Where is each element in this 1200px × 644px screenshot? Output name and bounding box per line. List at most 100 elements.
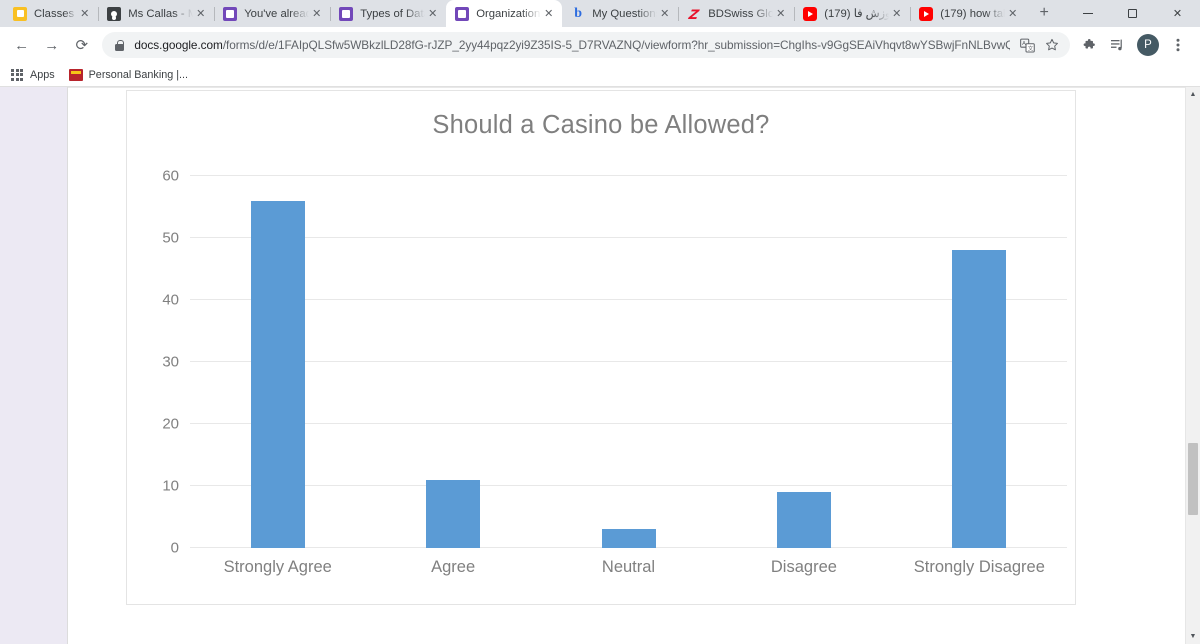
tab-close-icon[interactable]: ✕: [541, 6, 556, 21]
chart-x-tick-label: Strongly Agree: [223, 558, 332, 576]
scrollbar-up-arrow[interactable]: ▲: [1186, 87, 1200, 102]
profile-avatar[interactable]: P: [1136, 34, 1159, 56]
close-window-button[interactable]: ✕: [1155, 0, 1200, 27]
chart-y-tick-label: 40: [162, 291, 179, 309]
browser-tab-types-of-data[interactable]: Types of Data E ✕: [330, 0, 448, 27]
translate-icon[interactable]: A 文: [1016, 33, 1040, 57]
window-controls: ✕: [1065, 0, 1200, 27]
omnibox-actions: A 文: [1010, 33, 1064, 57]
chart-title: Should a Casino be Allowed?: [432, 111, 770, 139]
scrollbar-thumb[interactable]: [1188, 443, 1198, 515]
tab-title: You've already: [244, 7, 310, 20]
tab-close-icon[interactable]: ✕: [1005, 6, 1020, 21]
address-bar[interactable]: docs.google.com/forms/d/e/1FAIpQLSfw5WBk…: [102, 32, 1070, 58]
chart-x-tick-label: Agree: [431, 558, 476, 576]
browser-tab-youtube-amoozesh[interactable]: (179) آموزش فا ✕: [794, 0, 912, 27]
address-bar-url: docs.google.com/forms/d/e/1FAIpQLSfw5WBk…: [134, 38, 1010, 52]
reload-button[interactable]: ⟳: [68, 31, 95, 59]
svg-text:A: A: [1023, 41, 1027, 47]
bank-icon: [68, 68, 83, 82]
browser-window: Classes ✕ Ms Callas - MD ✕ You've alread…: [0, 0, 1200, 644]
bookmark-apps[interactable]: Apps: [10, 68, 55, 82]
browser-tab-youtube-how-take[interactable]: (179) how take ✕: [910, 0, 1026, 27]
contacts-icon: [107, 6, 122, 21]
chart-bar[interactable]: [426, 479, 481, 548]
chart-y-tick-label: 60: [162, 167, 179, 185]
forward-button[interactable]: →: [38, 31, 65, 59]
chart-bars: [190, 176, 1067, 548]
page-content: Should a Casino be Allowed? 60 50 40 30 20 10…: [68, 87, 1200, 644]
browser-tab-organization[interactable]: Organization o ✕: [446, 0, 563, 27]
star-icon[interactable]: [1040, 33, 1064, 57]
tab-close-icon[interactable]: ✕: [425, 6, 440, 21]
browser-tab-classes[interactable]: Classes ✕: [4, 0, 100, 27]
bookmarks-bar: Apps Personal Banking |...: [0, 63, 1200, 87]
classes-icon: [13, 6, 27, 21]
scrollbar-down-arrow[interactable]: ▼: [1186, 629, 1200, 644]
browser-toolbar-actions: P: [1076, 31, 1192, 59]
chart-y-tick-label: 10: [162, 477, 179, 495]
chart-y-tick-label: 20: [162, 415, 179, 433]
chart-y-tick-label: 0: [170, 539, 179, 557]
three-dot-menu-icon[interactable]: [1164, 31, 1192, 59]
page-scrollbar[interactable]: ▲ ▼: [1185, 87, 1200, 644]
reading-list-icon[interactable]: [1104, 31, 1132, 59]
back-button[interactable]: ←: [8, 31, 35, 59]
chart-bar-cell: [541, 176, 716, 548]
page-viewport: Should a Casino be Allowed? 60 50 40 30 20 10…: [0, 87, 1200, 644]
tab-close-icon[interactable]: ✕: [193, 6, 208, 21]
tab-title: (179) how take: [940, 7, 1005, 20]
url-path: /forms/d/e/1FAIpQLSfw5WBkzlLD28fG-rJZP_2…: [222, 38, 1010, 52]
browser-tab-bdswiss[interactable]: 𝙕 BDSwiss Global ✕: [678, 0, 796, 27]
chart-bar-cell: [365, 176, 540, 548]
tab-close-icon[interactable]: ✕: [889, 6, 904, 21]
navigation-toolbar: ← → ⟳ docs.google.com/forms/d/e/1FAIpQLS…: [0, 27, 1200, 63]
tab-close-icon[interactable]: ✕: [773, 6, 788, 21]
apps-grid-icon: [10, 68, 24, 82]
new-tab-button[interactable]: +: [1031, 0, 1057, 26]
browser-tab-my-questions[interactable]: b My Questions | ✕: [562, 0, 680, 27]
page-left-margin: [0, 87, 68, 644]
tab-title: Types of Data E: [360, 7, 425, 20]
tab-strip: Classes ✕ Ms Callas - MD ✕ You've alread…: [0, 0, 1200, 27]
chart-bar-cell: [190, 176, 365, 548]
lock-icon: [113, 39, 125, 51]
tab-title: Classes: [34, 7, 75, 20]
chart-y-tick-label: 30: [162, 353, 179, 371]
chart-container: Should a Casino be Allowed? 60 50 40 30 20 10…: [126, 90, 1076, 605]
brainly-icon: b: [574, 5, 583, 21]
tab-close-icon[interactable]: ✕: [77, 6, 92, 21]
chart-bar-cell: [716, 176, 891, 548]
chart-bar[interactable]: [250, 200, 305, 548]
chart-x-tick-label: Neutral: [601, 558, 656, 576]
chart-y-tick-label: 50: [162, 229, 179, 247]
chart-bar[interactable]: [776, 492, 831, 548]
chart-plot-area: 60 50 40 30 20 10 0: [162, 168, 1067, 557]
tab-title: Organization o: [476, 7, 541, 20]
svg-text:文: 文: [1028, 44, 1034, 52]
maximize-button[interactable]: [1110, 0, 1155, 27]
tab-close-icon[interactable]: ✕: [657, 6, 672, 21]
chart-bar-cell: [892, 176, 1067, 548]
tab-title: (179) آموزش فا: [824, 8, 890, 20]
browser-tab-youve-already[interactable]: You've already ✕: [214, 0, 332, 27]
puzzle-icon[interactable]: [1076, 31, 1104, 59]
browser-tab-ms-callas[interactable]: Ms Callas - MD ✕: [98, 0, 216, 27]
chart-x-tick-label: Strongly Disagree: [913, 558, 1045, 576]
chart-bar[interactable]: [952, 250, 1007, 548]
bdswiss-icon: 𝙕: [687, 6, 701, 21]
tab-title: My Questions |: [592, 7, 658, 20]
google-forms-icon: [339, 6, 354, 21]
url-host: docs.google.com: [134, 38, 223, 52]
bookmark-personal-banking[interactable]: Personal Banking |...: [68, 68, 188, 82]
tab-close-icon[interactable]: ✕: [309, 6, 324, 21]
content-top-divider: [68, 87, 1200, 88]
minimize-button[interactable]: [1065, 0, 1110, 27]
youtube-icon: [919, 6, 934, 21]
chart-bar[interactable]: [601, 529, 656, 548]
tab-title: Ms Callas - MD: [128, 7, 194, 20]
google-forms-icon: [455, 6, 470, 21]
chart-x-tick-label: Disagree: [770, 558, 837, 576]
bookmark-label: Apps: [30, 68, 55, 81]
chart-x-axis-labels: Strongly Agree Agree Neutral Disagree Strong…: [190, 548, 1067, 577]
